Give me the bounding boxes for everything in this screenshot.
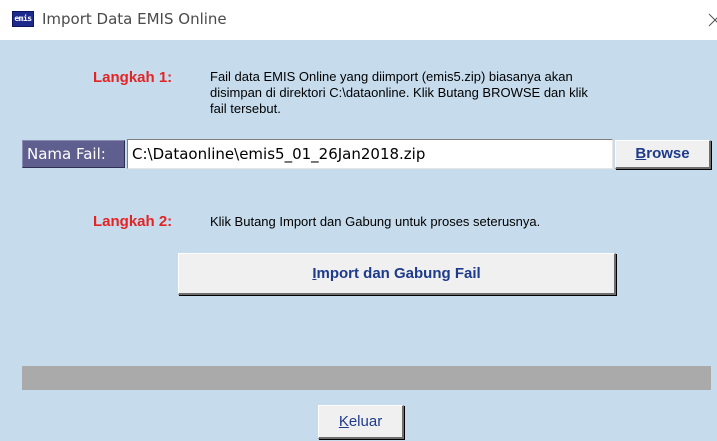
import-label: mport dan Gabung Fail <box>316 264 481 282</box>
dialog-body: Langkah 1: Fail data EMIS Online yang di… <box>0 40 717 441</box>
step1-line-3: fail tersebut. <box>210 101 281 116</box>
exit-button[interactable]: Keluar <box>318 405 404 439</box>
step1-line-1: Fail data EMIS Online yang diimport (emi… <box>210 69 573 84</box>
step2-label: Langkah 2: <box>93 213 173 230</box>
file-name-label: Nama Fail: <box>22 140 125 168</box>
step1-instructions: Fail data EMIS Online yang diimport (emi… <box>210 69 700 117</box>
window-title: Import Data EMIS Online <box>42 10 227 28</box>
step1-line-2: disimpan di direktori C:\dataonline. Kli… <box>210 85 588 100</box>
step1-label: Langkah 1: <box>93 69 173 86</box>
progress-bar <box>22 366 711 390</box>
step2-instructions: Klik Butang Import dan Gabung untuk pros… <box>210 214 541 229</box>
browse-button[interactable]: Browse <box>615 140 711 169</box>
exit-accelerator: K <box>338 412 349 430</box>
import-merge-button[interactable]: Import dan Gabung Fail <box>178 253 616 295</box>
file-path-input[interactable] <box>127 139 613 169</box>
close-glyph-icon <box>708 13 717 27</box>
import-dialog: emis Import Data EMIS Online Langkah 1: … <box>0 0 717 441</box>
browse-label: rowse <box>646 145 690 162</box>
exit-label: eluar <box>348 412 383 430</box>
close-icon[interactable] <box>701 8 717 30</box>
emis-app-icon: emis <box>12 11 34 27</box>
browse-accelerator: B <box>635 145 647 162</box>
title-bar: emis Import Data EMIS Online <box>0 0 717 40</box>
